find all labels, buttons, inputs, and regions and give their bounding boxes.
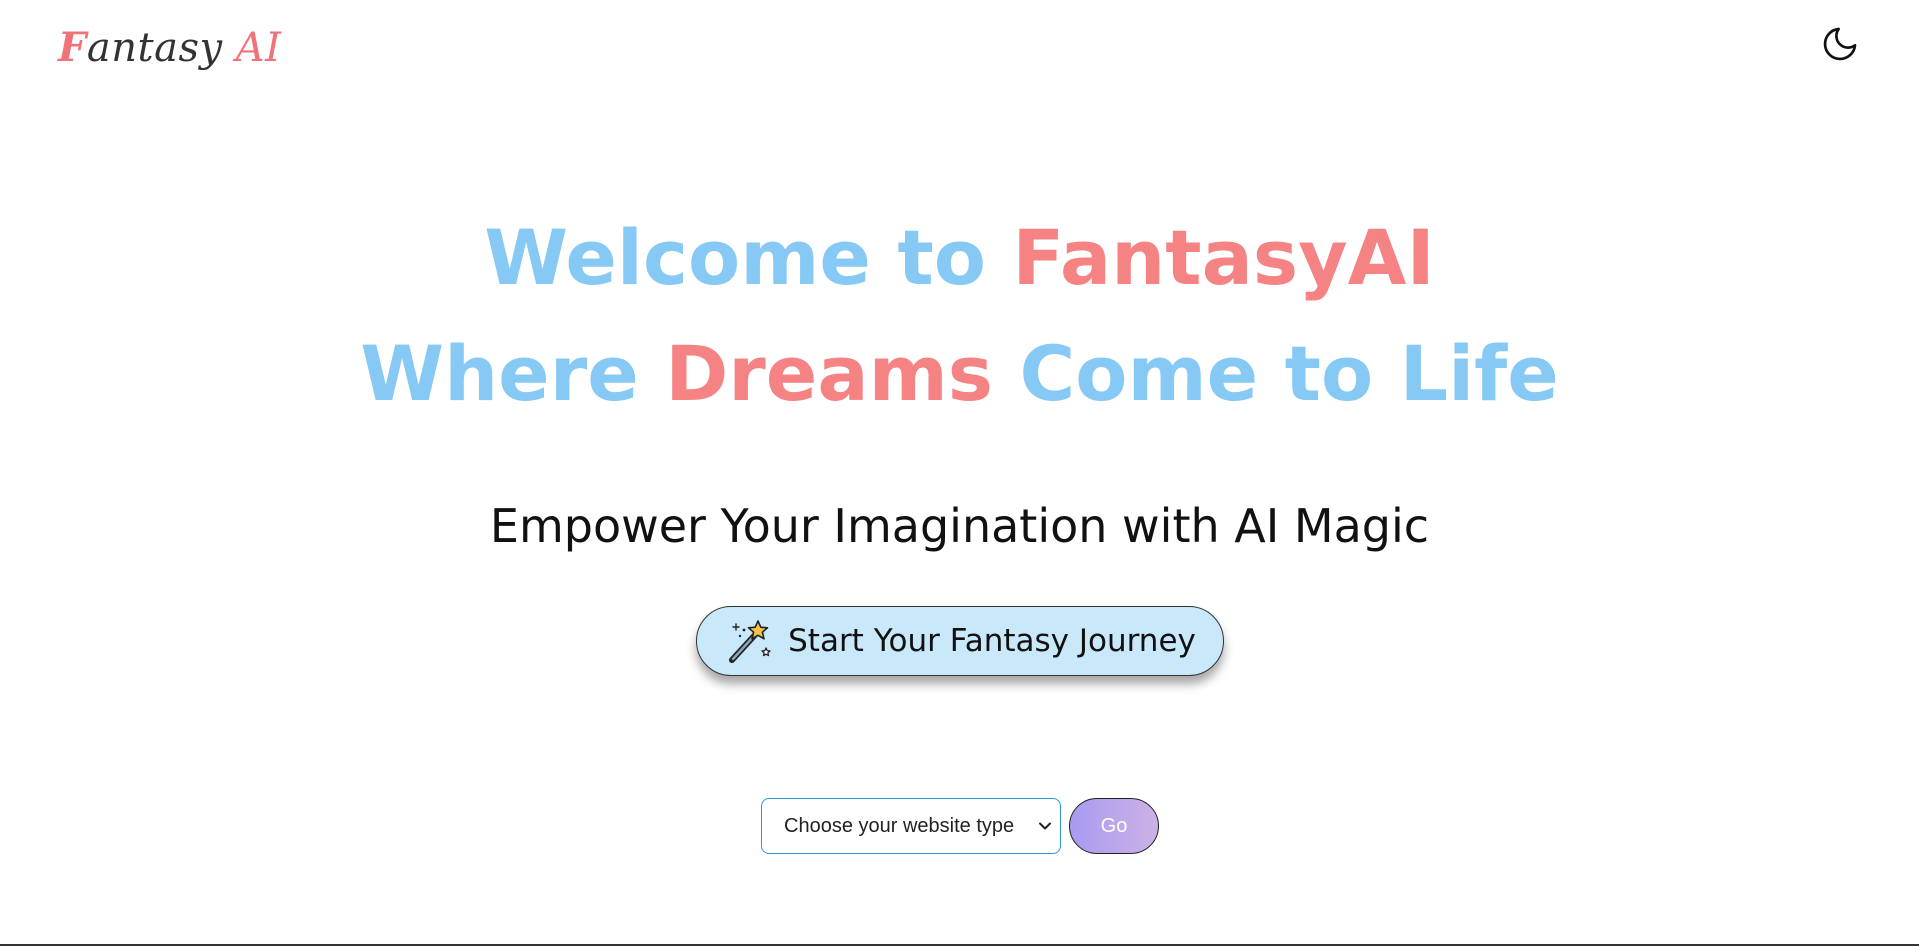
theme-toggle-button[interactable] <box>1816 20 1864 68</box>
website-type-controls: Choose your website type Go <box>761 798 1159 854</box>
moon-icon <box>1823 27 1857 61</box>
chevron-down-icon <box>1039 822 1051 830</box>
magic-wand-icon <box>729 620 771 663</box>
logo-first-letter: F <box>58 24 87 71</box>
tagline: Empower Your Imagination with AI Magic <box>489 499 1430 553</box>
landing-page: Fantasy AI Welcome to FantasyAI Where Dr… <box>0 0 1919 946</box>
hero-brand-highlight: FantasyAI <box>1012 213 1435 302</box>
logo-text: antasy <box>86 25 223 71</box>
hero-welcome-text: Welcome to <box>484 213 1013 302</box>
website-type-select[interactable]: Choose your website type <box>761 798 1061 854</box>
start-journey-label: Start Your Fantasy Journey <box>788 623 1196 659</box>
go-button-label: Go <box>1100 814 1128 837</box>
hero-line-2: Where Dreams Come to Life <box>0 316 1919 432</box>
hero-come-to-life-text: Come to Life <box>993 329 1559 418</box>
start-journey-button[interactable]: Start Your Fantasy Journey <box>696 606 1224 676</box>
hero-heading: Welcome to FantasyAI Where Dreams Come t… <box>0 200 1919 432</box>
logo-suffix: AI <box>235 25 282 71</box>
hero-where-text: Where <box>360 329 666 418</box>
website-type-select-value: Choose your website type <box>784 814 1015 837</box>
logo[interactable]: Fantasy AI <box>58 18 281 78</box>
go-button[interactable]: Go <box>1069 798 1159 854</box>
hero-line-1: Welcome to FantasyAI <box>0 200 1919 316</box>
hero-dreams-highlight: Dreams <box>665 329 994 418</box>
